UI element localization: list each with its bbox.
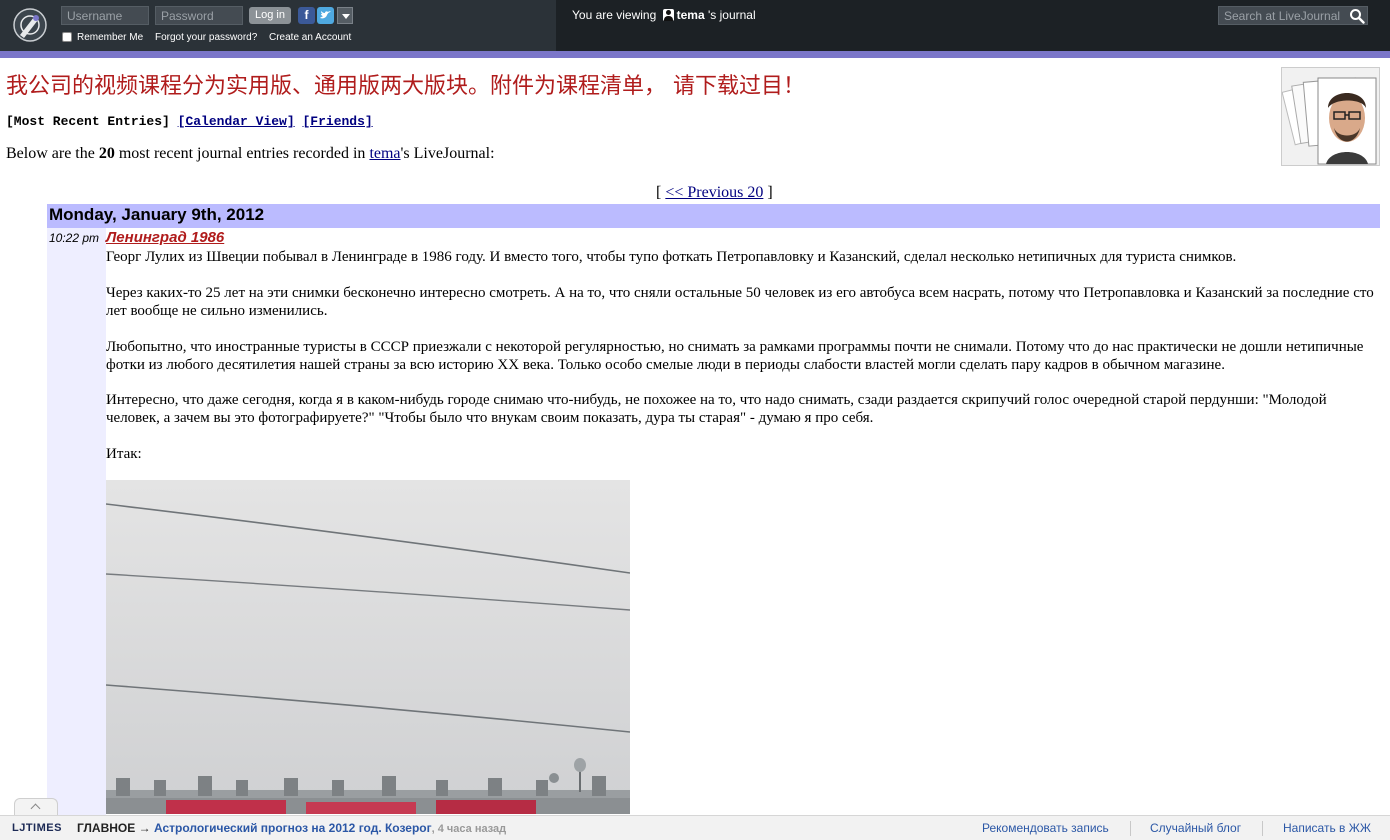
login-button[interactable]: Log in <box>249 7 291 24</box>
entry-side-column <box>47 204 106 824</box>
username-input[interactable]: Username <box>61 6 149 25</box>
recommend-entry-link[interactable]: Рекомендовать запись <box>982 821 1109 835</box>
accent-stripe <box>0 51 1390 58</box>
pagination: [ << Previous 20 ] <box>656 184 773 202</box>
friends-link[interactable]: [Friends] <box>302 114 372 129</box>
viewing-suffix: 's journal <box>707 8 756 22</box>
journal-title: 我公司的视频课程分为实用版、通用版两大版块。附件为课程清单， 请下载过目！ <box>6 74 805 99</box>
divider <box>1262 821 1263 836</box>
ljtimes-headline: ГЛАВНОЕ → Астрологический прогноз на 201… <box>77 821 506 836</box>
intro-after: 's LiveJournal: <box>400 145 495 162</box>
search-input[interactable]: Search at LiveJournal <box>1218 6 1368 25</box>
entry-subject-link[interactable]: Ленинград 1986 <box>106 229 224 246</box>
remember-me-checkbox[interactable] <box>62 32 72 42</box>
scroll-to-top-button[interactable] <box>14 798 58 815</box>
entry-paragraph: Итак: <box>106 446 142 462</box>
entry-paragraph: Георг Лулих из Швеции побывал в Ленингра… <box>106 249 1237 265</box>
write-to-lj-link[interactable]: Написать в ЖЖ <box>1283 821 1371 835</box>
headline-link[interactable]: Астрологический прогноз на 2012 год. Коз… <box>154 821 432 835</box>
journal-nav: [Most Recent Entries] [Calendar View] [F… <box>6 114 373 129</box>
intro-text: Below are the 20 most recent journal ent… <box>6 145 495 163</box>
pagination-close: ] <box>763 184 773 201</box>
entry-paragraph: Через каких-то 25 лет на эти снимки беск… <box>106 285 1374 319</box>
divider <box>1130 821 1131 836</box>
twitter-icon[interactable] <box>317 7 334 24</box>
entry-paragraph: Интересно, что даже сегодня, когда я в к… <box>106 392 1327 426</box>
most-recent-entries-link: [Most Recent Entries] <box>6 114 170 129</box>
ljtimes-bar: LJTIMES ГЛАВНОЕ → Астрологический прогно… <box>0 815 1390 840</box>
viewing-prefix: You are viewing <box>572 8 657 22</box>
entry-date-bar: Monday, January 9th, 2012 <box>47 204 1380 228</box>
ljtimes-logo[interactable]: LJTIMES <box>12 821 62 835</box>
entry-date: Monday, January 9th, 2012 <box>49 205 265 224</box>
entry-photo[interactable] <box>106 480 630 814</box>
pagination-open: [ <box>656 184 666 201</box>
viewing-username-link[interactable]: tema <box>677 8 705 22</box>
main-label: ГЛАВНОЕ → <box>77 821 151 835</box>
random-blog-link[interactable]: Случайный блог <box>1150 821 1241 835</box>
password-input[interactable]: Password <box>155 6 243 25</box>
entry-time: 10:22 pm <box>49 231 100 245</box>
previous-20-link[interactable]: << Previous 20 <box>665 184 763 201</box>
forgot-password-link[interactable]: Forgot your password? <box>155 31 257 45</box>
user-icon[interactable] <box>662 9 674 21</box>
facebook-icon[interactable]: f <box>298 7 315 24</box>
calendar-view-link[interactable]: [Calendar View] <box>178 114 295 129</box>
viewing-journal-text: You are viewing tema 's journal <box>572 7 756 23</box>
userpic-avatar[interactable] <box>1281 67 1380 166</box>
remember-me-label: Remember Me <box>77 32 144 43</box>
search-icon[interactable] <box>1349 8 1365 24</box>
livejournal-logo-icon[interactable] <box>12 7 48 43</box>
chevron-down-icon[interactable] <box>337 7 353 24</box>
headline-time: , 4 часа назад <box>431 823 507 835</box>
intro-before: Below are the <box>6 145 99 162</box>
entry-paragraph: Любопытно, что иностранные туристы в ССС… <box>106 339 1364 373</box>
entry-count: 20 <box>98 145 115 162</box>
intro-user-link[interactable]: tema <box>369 145 400 162</box>
create-account-link[interactable]: Create an Account <box>269 31 351 45</box>
intro-middle: most recent journal entries recorded in <box>114 145 370 162</box>
